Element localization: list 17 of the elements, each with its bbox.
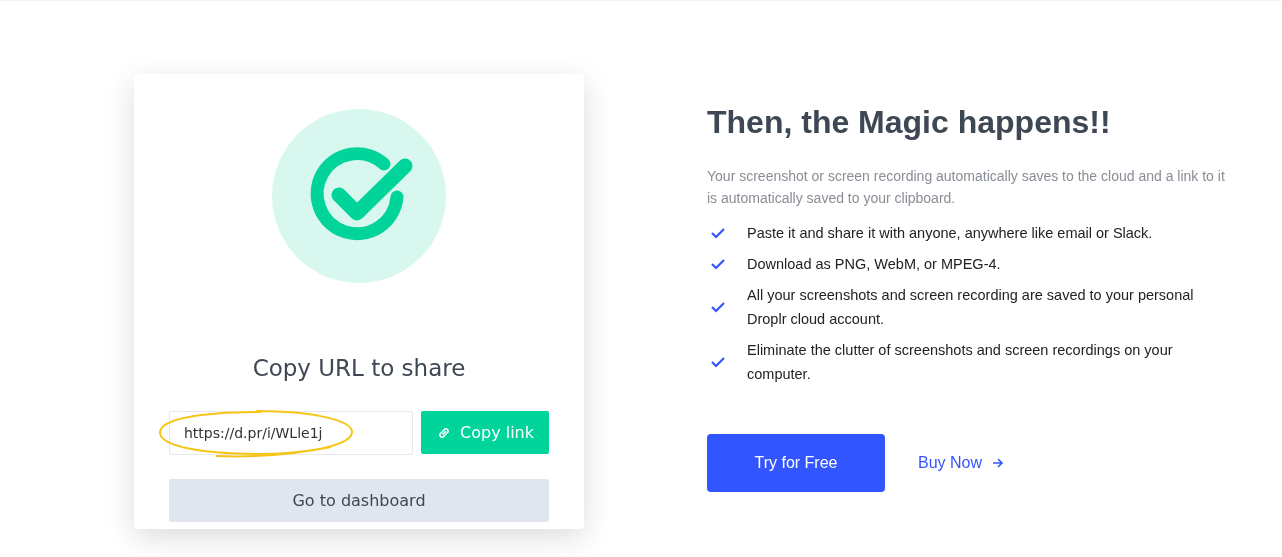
check-icon [710, 356, 726, 368]
success-check-icon [272, 109, 446, 283]
feature-text: Download as PNG, WebM, or MPEG-4. [747, 255, 1001, 274]
buy-now-link[interactable]: Buy Now [918, 454, 1005, 472]
dashboard-button[interactable]: Go to dashboard [169, 479, 549, 522]
card-title: Copy URL to share [252, 355, 466, 381]
arrow-right-icon [992, 457, 1005, 469]
feature-text: Paste it and share it with anyone, anywhere like email or Slack. [747, 224, 1153, 243]
check-icon [710, 301, 726, 313]
url-field[interactable]: https://d.pr/i/WLle1j [169, 411, 413, 455]
try-free-button[interactable]: Try for Free [707, 434, 885, 492]
feature-text: All your screenshots and screen recording are saved to your personal Droplr cloud account. [747, 286, 1195, 329]
intro-text: Your screenshot or screen recording automatically saves to the cloud and a link to it is automatically saved to your clipboard. [707, 167, 1226, 208]
check-icon [710, 227, 726, 239]
heading: Then, the Magic happens!! [707, 104, 1112, 141]
check-icon [710, 258, 726, 270]
feature-text: Eliminate the clutter of screenshots and screen recordings on your computer. [747, 341, 1174, 384]
